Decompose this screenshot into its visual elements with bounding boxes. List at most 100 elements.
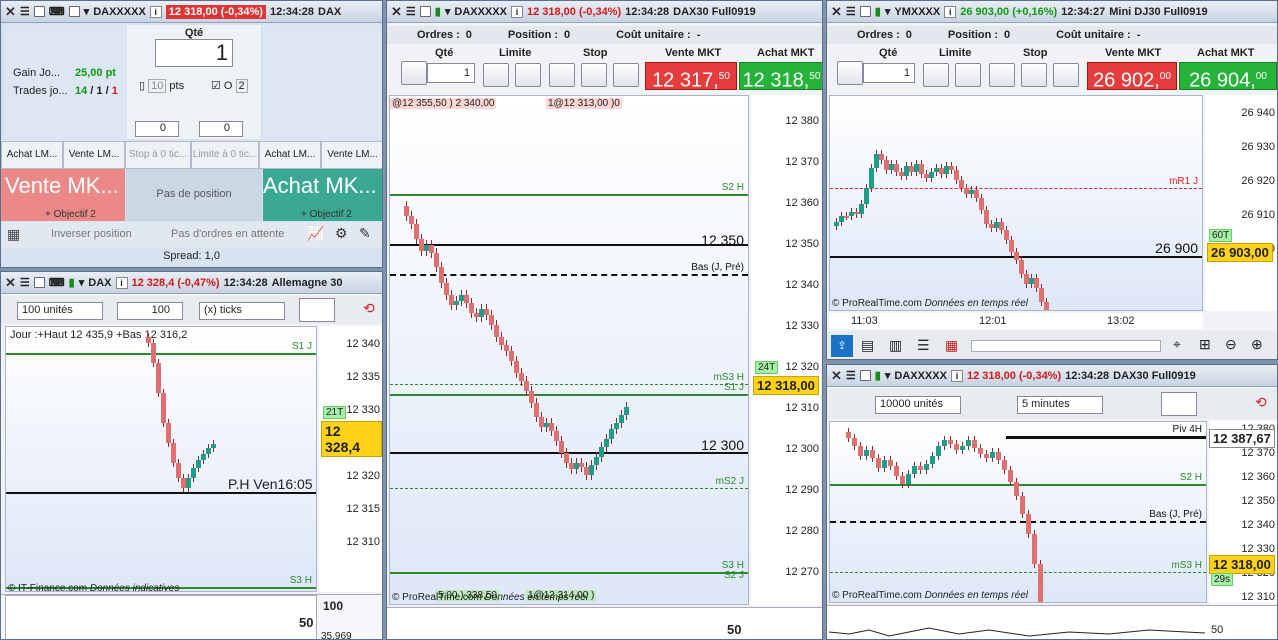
info-icon[interactable]: i [115,276,128,289]
share-icon[interactable]: ⇪ [831,335,853,357]
settings-icon[interactable]: ⟲ [1255,394,1267,411]
keyboard-icon[interactable]: ⌨ [49,276,65,289]
cursor-icon[interactable]: ⌖ [1173,336,1181,353]
stepper-right[interactable]: 0 [199,121,243,137]
dax30-price-chart[interactable]: @12 355,50 ) 2 340,00 1@12 313,00 )0 S2 … [389,95,749,605]
bars-icon[interactable]: ▦ [945,337,958,354]
qty-input[interactable]: 1 [863,63,915,83]
instrument-name[interactable]: YMXXXX [894,6,940,18]
window-icon[interactable] [33,277,45,288]
indicators-icon[interactable] [1161,392,1197,416]
chevron-down-icon[interactable]: ▾ [445,5,451,18]
units-select[interactable]: 100 unités [17,302,103,320]
buy-lm-button-2[interactable]: Achat LM... [259,141,321,169]
buy-market-button[interactable]: 12 318,50 [739,62,822,92]
chevron-down-icon[interactable]: ▾ [885,369,891,382]
instrument-name[interactable]: DAXXXXX [93,6,146,18]
settings-icon[interactable]: ✎ [359,225,371,242]
buy-lm-button[interactable]: Achat LM... [1,141,63,169]
chart-icon[interactable]: 📈 [307,225,324,242]
window-icon[interactable] [859,370,871,381]
ticks-select[interactable]: (x) ticks [199,302,285,320]
limit-sell-icon[interactable] [955,63,981,87]
zoom-in-icon[interactable]: ⊕ [1251,336,1263,353]
stop-button[interactable]: Stop à 0 tic... [125,141,191,169]
window-icon[interactable] [859,6,871,17]
dax-price-chart[interactable]: Jour :+Haut 12 435,9 +Bas 12 316,2 S1 J … [5,326,317,592]
instrument-name[interactable]: DAXXXXX [454,6,507,18]
sell-market-button[interactable]: Vente MK... + Objectif 2 [1,169,125,221]
stop-icon[interactable] [1053,63,1079,87]
pts-control[interactable]: ▯ 10 pts [139,79,184,93]
stop-icon[interactable] [613,63,639,87]
indicator-icon[interactable]: ▤ [861,337,874,354]
sell-lm-button-2[interactable]: Vente LM... [321,141,382,169]
stop-buy-icon[interactable] [989,63,1015,87]
window-icon[interactable] [419,6,431,17]
candles-icon[interactable]: ▮ [69,276,75,289]
o-checkbox[interactable]: ☑ O 2 [211,79,248,93]
menu-icon[interactable]: ☰ [406,5,416,18]
buy-market-button[interactable]: Achat MK... + Objectif 2 [263,169,382,221]
info-icon[interactable]: i [950,369,963,382]
reverse-position-button[interactable]: Inverser position [51,228,132,240]
period-select[interactable]: 5 minutes [1017,396,1103,414]
order-tag[interactable]: @12 355,50 ) 2 340,00 [390,98,497,109]
stepper-left[interactable]: 0 [135,121,179,137]
dax30-5min-chart[interactable]: Piv 4H S2 H Bas (J, Pré) mS3 H © ProReal… [829,421,1207,603]
close-icon[interactable]: ✕ [391,4,402,20]
chevron-down-icon[interactable]: ▾ [84,5,90,18]
order-tag[interactable]: 1@12 313,00 )0 [546,98,622,109]
window-icon[interactable] [33,6,45,17]
table-icon[interactable]: ▦ [7,226,20,243]
tool-icon[interactable] [837,61,863,85]
instrument-name[interactable]: DAXXXXX [894,370,947,382]
chevron-down-icon[interactable]: ▾ [885,5,891,18]
candles-icon[interactable]: ▮ [435,5,441,18]
menu-icon[interactable]: ☰ [20,5,30,18]
tools-icon[interactable]: ⚙ [335,225,348,242]
menu-icon[interactable]: ☰ [846,369,856,382]
list-icon[interactable]: ☰ [917,337,930,354]
ticks-input[interactable]: 100 [117,302,183,320]
limit-buy-icon[interactable] [483,63,509,87]
stop-sell-icon[interactable] [581,63,607,87]
units-select[interactable]: 10000 unités [875,396,961,414]
close-icon[interactable]: ✕ [831,4,842,20]
draw-icon[interactable]: ▥ [889,337,902,354]
stop-sell-icon[interactable] [1021,63,1047,87]
settings-icon[interactable]: ⟲ [363,300,375,317]
info-icon[interactable]: i [944,5,957,18]
sell-market-button[interactable]: 12 317,50 [645,62,737,92]
sell-lm-button[interactable]: Vente LM... [63,141,125,169]
chevron-down-icon[interactable]: ▾ [79,276,85,289]
info-icon[interactable]: i [510,5,523,18]
candles-icon[interactable]: ▮ [875,5,881,18]
keyboard-icon[interactable]: ⌨ [49,5,65,18]
zoom-out-icon[interactable]: ⊖ [1225,336,1237,353]
window-icon[interactable] [68,6,80,17]
close-icon[interactable]: ✕ [5,275,16,291]
close-icon[interactable]: ✕ [5,4,16,20]
limit-button[interactable]: Limite à 0 tic... [191,141,259,169]
instrument-name[interactable]: DAX [88,277,111,289]
zoom-fit-icon[interactable]: ⊞ [1199,336,1211,353]
chart-scrollbar[interactable] [971,340,1161,352]
menu-icon[interactable]: ☰ [20,276,30,289]
tool-icon[interactable] [401,61,427,85]
info-icon[interactable]: i [149,5,162,18]
menu-icon[interactable]: ☰ [846,5,856,18]
buy-market-button[interactable]: 26 904,00 [1179,62,1277,92]
stop-buy-icon[interactable] [549,63,575,87]
close-icon[interactable]: ✕ [831,368,842,384]
ym-price-chart[interactable]: mR1 J 26 900 © ProRealTime.com Données e… [829,95,1203,311]
qty-input[interactable]: 1 [427,63,475,83]
qty-input[interactable]: 1 [155,39,233,67]
candles-icon[interactable]: ▮ [875,369,881,382]
dax-chart-titlebar: ✕ ☰ ⌨ ▮ ▾ DAX i 12 328,4 (-0,47%) 12:34:… [1,272,382,294]
indicators-icon[interactable] [299,298,335,322]
pending-orders-button[interactable]: Pas d'ordres en attente [171,228,284,240]
limit-buy-icon[interactable] [923,63,949,87]
sell-market-button[interactable]: 26 902,00 [1087,62,1177,92]
limit-sell-icon[interactable] [515,63,541,87]
